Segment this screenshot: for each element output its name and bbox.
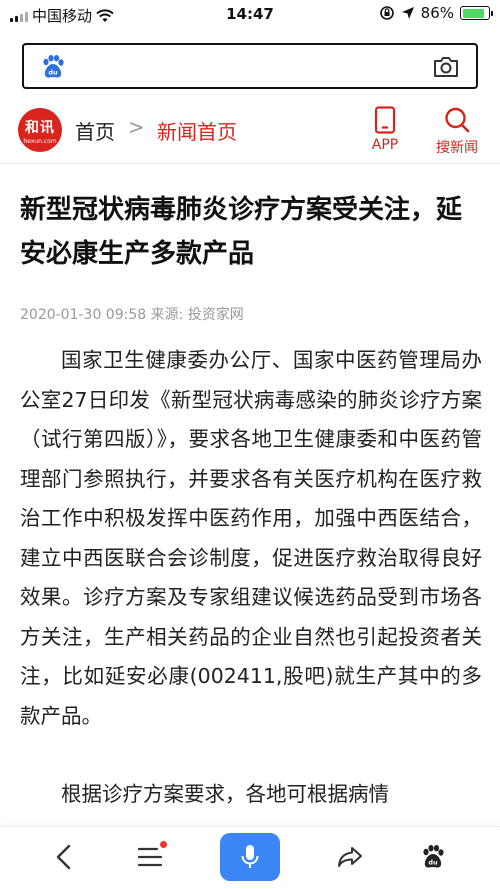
- breadcrumb-separator: >: [128, 115, 145, 139]
- search-news-button[interactable]: 搜新闻: [428, 106, 486, 160]
- bottom-toolbar: du: [0, 826, 500, 889]
- baidu-home-button[interactable]: du: [413, 837, 453, 877]
- location-arrow-icon: [401, 7, 414, 19]
- article-source[interactable]: 来源: 投资家网: [151, 307, 244, 323]
- battery-percent: 86%: [420, 4, 454, 22]
- search-input[interactable]: [76, 53, 416, 81]
- menu-icon: [137, 847, 163, 867]
- logo-text: 和讯: [25, 120, 55, 136]
- breadcrumb-home-link[interactable]: 首页: [75, 116, 115, 145]
- search-news-label: 搜新闻: [436, 140, 478, 156]
- back-button[interactable]: [44, 837, 84, 877]
- search-icon: [445, 107, 470, 133]
- article-title: 新型冠状病毒肺炎诊疗方案受关注，延安必康生产多款产品: [20, 195, 463, 269]
- notification-dot: [160, 841, 167, 848]
- battery-fill: [462, 8, 484, 18]
- baidu-paw-icon: du: [423, 845, 444, 868]
- baidu-paw-icon: du: [43, 55, 64, 78]
- rotation-lock-icon: [379, 6, 394, 20]
- article-body: 国家卫生健康委办公厅、国家中医药管理局办公室27日印发《新型冠状病毒感染的肺炎诊…: [20, 341, 482, 854]
- status-right: 86%: [379, 4, 493, 22]
- app-download-button[interactable]: APP: [363, 106, 407, 160]
- svg-text:du: du: [428, 859, 438, 867]
- battery-icon: [460, 6, 493, 20]
- back-icon: [56, 844, 71, 870]
- share-button[interactable]: [330, 837, 370, 877]
- article-paragraph: 根据诊疗方案要求，各地可根据病情: [61, 782, 389, 806]
- hexun-logo[interactable]: 和讯 hexun.com: [18, 108, 62, 152]
- article-date: 2020-01-30 09:58: [20, 307, 147, 323]
- search-bar[interactable]: du: [22, 43, 478, 89]
- microphone-icon: [241, 845, 259, 868]
- share-icon: [338, 847, 362, 867]
- article-meta: 2020-01-30 09:58 来源: 投资家网: [20, 304, 244, 324]
- app-label: APP: [371, 137, 399, 153]
- article-paragraph: 国家卫生健康委办公厅、国家中医药管理局办公室27日印发《新型冠状病毒感染的肺炎诊…: [20, 348, 482, 728]
- breadcrumb-news-home-link[interactable]: 新闻首页: [157, 116, 237, 145]
- status-bar: 中国移动 14:47 86%: [0, 0, 500, 28]
- menu-button[interactable]: [130, 837, 170, 877]
- tablet-icon: [374, 106, 396, 134]
- svg-text:du: du: [48, 69, 58, 77]
- voice-search-button[interactable]: [220, 833, 280, 881]
- camera-icon[interactable]: [432, 54, 460, 80]
- logo-subtext: hexun.com: [23, 138, 57, 145]
- site-header: 和讯 hexun.com 首页 > 新闻首页 APP 搜新闻: [0, 98, 500, 164]
